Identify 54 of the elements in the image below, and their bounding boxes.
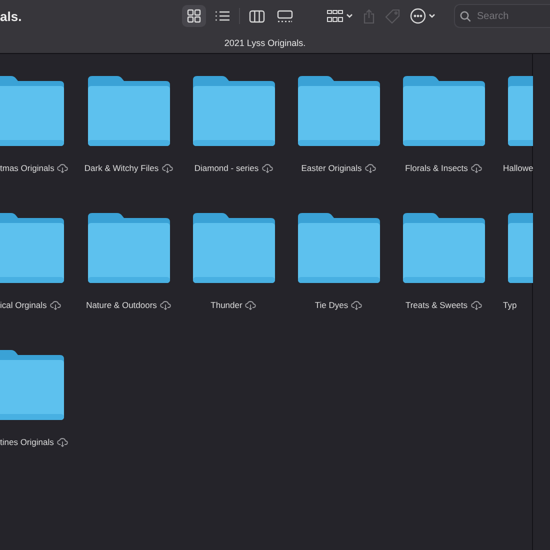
grid-icon	[187, 9, 201, 23]
folder-icon	[402, 213, 484, 283]
folder-name: Typ	[503, 300, 517, 310]
folder-icon	[298, 76, 380, 146]
folder-name: ical Orginals	[0, 300, 47, 310]
folder-item[interactable]: Nature & Outdoors	[76, 213, 181, 350]
folder-name: Nature & Outdoors	[86, 300, 157, 310]
folder-item[interactable]: Hallowe	[496, 76, 532, 213]
folder-item[interactable]: Dark & Witchy Files	[76, 76, 181, 213]
folder-name: Diamond - series	[194, 163, 259, 173]
folder-item[interactable]: ical Orginals	[0, 213, 76, 350]
more-button[interactable]	[408, 6, 438, 26]
share-icon	[363, 8, 375, 24]
folder-icon	[88, 213, 170, 283]
folder-item[interactable]: Treats & Sweets	[391, 213, 496, 350]
list-icon	[214, 10, 230, 22]
folder-icon	[298, 213, 380, 283]
folder-icon	[0, 213, 64, 283]
folder-name: Thunder	[210, 300, 242, 310]
folder-icon	[192, 213, 274, 283]
folder-item[interactable]: Easter Originals	[286, 76, 391, 213]
search-icon	[460, 10, 471, 22]
folder-icon	[88, 76, 170, 146]
folder-name: Florals & Insects	[405, 163, 468, 173]
folder-icon	[508, 213, 533, 283]
folder-name: Tie Dyes	[314, 300, 348, 310]
gallery-icon	[277, 10, 293, 22]
group-icon	[327, 10, 353, 22]
folder-icon	[0, 350, 64, 420]
folder-icon	[192, 76, 274, 146]
folder-icon	[0, 76, 64, 146]
folder-name: Treats & Sweets	[405, 300, 468, 310]
folder-name: Dark & Witchy Files	[84, 163, 159, 173]
folder-item[interactable]: tines Originals	[0, 350, 76, 487]
folder-item[interactable]: tmas Originals	[0, 76, 76, 213]
folder-name: tines Originals	[0, 437, 54, 447]
window-title: als.	[0, 8, 23, 24]
folder-name: tmas Originals	[0, 163, 54, 173]
folder-item[interactable]: Thunder	[181, 213, 286, 350]
folder-icon	[402, 76, 484, 146]
folder-icon	[508, 76, 533, 146]
folder-item[interactable]: Florals & Insects	[391, 76, 496, 213]
folder-item[interactable]: Diamond - series	[181, 76, 286, 213]
tag-icon	[385, 8, 400, 24]
group-button[interactable]	[325, 8, 355, 24]
icons-view-button[interactable]	[182, 5, 206, 27]
folder-item[interactable]: Tie Dyes	[286, 213, 391, 350]
more-icon	[410, 8, 436, 24]
columns-icon	[249, 10, 265, 22]
folder-name: Easter Originals	[301, 163, 362, 173]
folder-title: 2021 Lyss Originals.	[224, 38, 306, 48]
folder-name: Hallowe	[503, 163, 534, 173]
folder-item[interactable]: Typ	[496, 213, 532, 350]
search-field[interactable]: Search	[454, 4, 550, 28]
